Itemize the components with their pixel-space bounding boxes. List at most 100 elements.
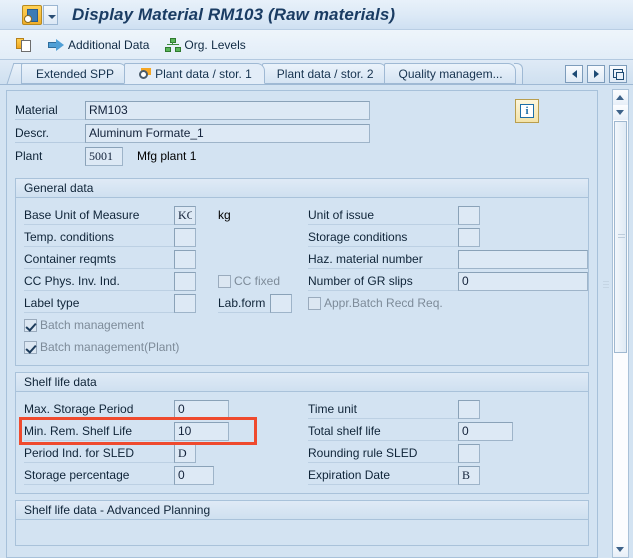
active-tab-icon [139, 67, 152, 80]
label-type-row: Label type Lab.form Appr.Batch Recd Req. [24, 292, 580, 314]
info-button[interactable]: i [515, 99, 539, 123]
general-data-body: Base Unit of Measure kg Unit of issue Te… [16, 198, 588, 365]
cc-phys-inv-row: CC Phys. Inv. Ind. CC fixed Number of GR… [24, 270, 588, 292]
storage-conditions-input[interactable] [458, 227, 480, 247]
tab-plant-data-stor-2[interactable]: Plant data / stor. 2 [261, 63, 387, 84]
scroll-up-button[interactable] [613, 90, 628, 105]
rounding-rule-sled-input[interactable] [458, 443, 480, 463]
unit-of-issue-label: Unit of issue [308, 206, 458, 225]
storage-percentage-row: Storage percentage Expiration Date [24, 464, 580, 486]
plant-input[interactable] [85, 146, 123, 166]
temp-conditions-input[interactable] [174, 227, 196, 247]
lab-form-label: Lab.form [218, 294, 270, 313]
base-uom-input[interactable] [174, 205, 196, 225]
batch-management-plant-checkbox[interactable] [24, 340, 37, 354]
min-rem-shelf-life-label: Min. Rem. Shelf Life [24, 422, 174, 441]
batch-management-row: Batch management [24, 314, 580, 336]
cc-fixed-checkbox[interactable] [218, 274, 231, 288]
material-row: Material [15, 99, 597, 121]
org-levels-label: Org. Levels [184, 37, 246, 52]
clipboard-button[interactable] [12, 34, 36, 56]
tab-extended-spp[interactable]: Extended SPP [21, 63, 128, 84]
batch-management-checkbox[interactable] [24, 318, 37, 332]
batch-management-label: Batch management [40, 317, 145, 332]
total-shelf-life-input[interactable] [458, 421, 513, 441]
vertical-scrollbar[interactable] [612, 89, 629, 558]
appr-batch-checkbox[interactable] [308, 296, 321, 310]
time-unit-label: Time unit [308, 400, 458, 419]
scroll-down-button[interactable] [613, 105, 628, 120]
page-title: Display Material RM103 (Raw materials) [72, 4, 396, 24]
chevron-down-icon[interactable] [43, 4, 58, 25]
batch-management-plant-label: Batch management(Plant) [40, 339, 180, 354]
container-reqmts-label: Container reqmts [24, 250, 174, 269]
resize-grip [603, 281, 609, 289]
base-uom-row: Base Unit of Measure kg Unit of issue [24, 204, 580, 226]
cc-phys-inv-input[interactable] [174, 271, 196, 291]
label-type-input[interactable] [174, 293, 196, 313]
max-storage-period-label: Max. Storage Period [24, 400, 174, 419]
gr-slips-input[interactable] [458, 271, 588, 291]
min-rem-shelf-life-input[interactable] [174, 421, 229, 441]
plant-description-text: Mfg plant 1 [137, 149, 197, 163]
max-storage-period-input[interactable] [174, 399, 229, 419]
tab-label: Extended SPP [36, 66, 115, 81]
application-toolbar: Additional Data Org. Levels [0, 30, 633, 60]
container-reqmts-row: Container reqmts Haz. material number [24, 248, 588, 270]
total-shelf-life-label: Total shelf life [308, 422, 458, 441]
storage-conditions-label: Storage conditions [308, 228, 458, 247]
right-arrow-icon [48, 38, 65, 52]
additional-data-button[interactable]: Additional Data [44, 34, 153, 56]
shelf-life-title: Shelf life data [16, 373, 588, 392]
base-uom-label: Base Unit of Measure [24, 206, 174, 225]
additional-data-label: Additional Data [68, 37, 150, 52]
lab-form-input[interactable] [270, 293, 292, 313]
container-reqmts-input[interactable] [174, 249, 196, 269]
unit-of-issue-input[interactable] [458, 205, 480, 225]
general-data-group: General data Base Unit of Measure kg Uni… [15, 178, 589, 366]
org-levels-button[interactable]: Org. Levels [161, 34, 249, 56]
cc-fixed-label: CC fixed [234, 273, 281, 288]
description-input[interactable] [85, 123, 370, 143]
shelf-life-advanced-planning-group: Shelf life data - Advanced Planning [15, 500, 589, 546]
tab-list-button[interactable] [609, 65, 627, 83]
batch-management-plant-row: Batch management(Plant) [24, 336, 580, 358]
scroll-bottom-button[interactable] [613, 542, 628, 557]
org-tree-icon [165, 37, 182, 52]
gr-slips-label: Number of GR slips [308, 272, 458, 291]
descr-label: Descr. [15, 124, 85, 143]
time-unit-input[interactable] [458, 399, 480, 419]
expiration-date-input[interactable] [458, 465, 480, 485]
expiration-date-label: Expiration Date [308, 466, 458, 485]
storage-percentage-label: Storage percentage [24, 466, 174, 485]
cc-phys-inv-label: CC Phys. Inv. Ind. [24, 272, 174, 291]
material-header: Material Descr. Plant Mfg plant 1 i [7, 91, 597, 172]
tab-plant-data-stor-1[interactable]: Plant data / stor. 1 [124, 63, 265, 84]
tab-prev-button[interactable] [565, 65, 583, 83]
shelf-life-body: Max. Storage Period Time unit Min. Rem. … [16, 392, 588, 493]
tab-label: Plant data / stor. 1 [155, 66, 252, 81]
material-input[interactable] [85, 100, 370, 120]
temp-conditions-row: Temp. conditions Storage conditions [24, 226, 580, 248]
max-storage-period-row: Max. Storage Period Time unit [24, 398, 580, 420]
label-type-label: Label type [24, 294, 174, 313]
temp-conditions-label: Temp. conditions [24, 228, 174, 247]
sap-menu-icon[interactable] [22, 4, 42, 25]
window-title-bar: Display Material RM103 (Raw materials) [0, 0, 633, 30]
tab-quality-management[interactable]: Quality managem... [383, 63, 516, 84]
plant-row: Plant Mfg plant 1 [15, 145, 597, 167]
clipboard-icon [16, 37, 32, 53]
tab-label: Plant data / stor. 2 [276, 66, 374, 81]
form-canvas: Material Descr. Plant Mfg plant 1 i Gene… [6, 90, 598, 558]
period-ind-sled-input[interactable] [174, 443, 196, 463]
scrollbar-thumb[interactable] [614, 121, 627, 353]
rounding-rule-sled-label: Rounding rule SLED [308, 444, 458, 463]
tab-next-button[interactable] [587, 65, 605, 83]
shelf-life-advanced-planning-title: Shelf life data - Advanced Planning [16, 501, 588, 520]
period-ind-sled-row: Period Ind. for SLED Rounding rule SLED [24, 442, 580, 464]
plant-label: Plant [15, 148, 43, 163]
base-uom-text: kg [218, 208, 231, 222]
haz-material-number-input[interactable] [458, 249, 588, 269]
storage-percentage-input[interactable] [174, 465, 214, 485]
period-ind-sled-label: Period Ind. for SLED [24, 444, 174, 463]
